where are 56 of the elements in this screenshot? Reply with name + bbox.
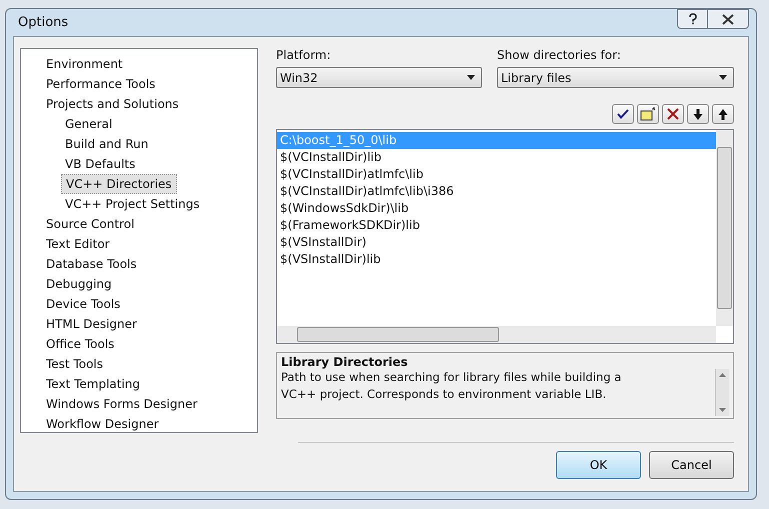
down-arrow-icon — [693, 108, 703, 120]
tree-item[interactable]: Performance Tools — [21, 74, 257, 94]
move-up-button[interactable] — [712, 104, 734, 124]
directory-item[interactable]: $(VCInstallDir)atlmfc\lib — [277, 166, 716, 183]
close-button[interactable] — [707, 9, 749, 29]
tree-item[interactable]: Debugging — [21, 274, 257, 294]
scroll-down-arrow-icon[interactable] — [719, 408, 726, 412]
description-text: Path to use when searching for library files while building a VC++ project. Corresponds to environment variable LIB. — [281, 369, 622, 403]
platform-dropdown[interactable]: Win32 — [276, 67, 482, 88]
directory-item[interactable]: $(VSInstallDir)lib — [277, 251, 716, 268]
show-directories-label: Show directories for: — [497, 48, 622, 63]
folder-icon — [640, 107, 656, 121]
check-button[interactable] — [612, 104, 634, 124]
directory-item[interactable]: $(FrameworkSDKDir)lib — [277, 217, 716, 234]
tree-item[interactable]: VC++ Directories — [61, 174, 177, 194]
delete-button[interactable] — [662, 104, 684, 124]
scroll-up-arrow-icon[interactable] — [719, 373, 726, 377]
horizontal-scrollbar[interactable] — [277, 326, 716, 343]
move-down-button[interactable] — [687, 104, 709, 124]
cancel-button[interactable]: Cancel — [649, 451, 734, 479]
directory-item[interactable]: $(WindowsSdkDir)\lib — [277, 200, 716, 217]
dropdown-arrow-icon — [467, 75, 475, 80]
tree-item[interactable]: Build and Run — [21, 134, 257, 154]
help-button[interactable] — [677, 9, 707, 29]
ok-button[interactable]: OK — [556, 451, 641, 479]
vertical-scrollbar[interactable] — [716, 130, 733, 326]
tree-item[interactable]: Office Tools — [21, 334, 257, 354]
tree-item[interactable]: Environment — [21, 54, 257, 74]
close-icon — [722, 14, 734, 24]
delete-x-icon — [667, 108, 679, 120]
tree-item[interactable]: General — [21, 114, 257, 134]
tree-item[interactable]: Test Tools — [21, 354, 257, 374]
directories-dropdown[interactable]: Library files — [497, 67, 734, 88]
tree-item[interactable]: Workflow Designer — [21, 414, 257, 434]
tree-item[interactable]: Device Tools — [21, 294, 257, 314]
tree-item[interactable]: Text Templating — [21, 374, 257, 394]
tree-item[interactable]: Projects and Solutions — [21, 94, 257, 114]
new-folder-button[interactable] — [637, 104, 659, 124]
tree-item[interactable]: VB Defaults — [21, 154, 257, 174]
up-arrow-icon — [718, 108, 728, 120]
description-title: Library Directories — [281, 355, 409, 369]
tree-item[interactable]: HTML Designer — [21, 314, 257, 334]
directory-item[interactable]: $(VCInstallDir)lib — [277, 149, 716, 166]
tree-item[interactable]: Text Editor — [21, 234, 257, 254]
platform-label: Platform: — [276, 48, 332, 63]
directory-item[interactable]: $(VCInstallDir)atlmfc\lib\i386 — [277, 183, 716, 200]
tree-item[interactable]: Windows Forms Designer — [21, 394, 257, 414]
directory-item[interactable]: $(VSInstallDir) — [277, 234, 716, 251]
tree-item[interactable]: Source Control — [21, 214, 257, 234]
checkmark-icon — [617, 109, 629, 119]
dropdown-arrow-icon — [719, 75, 727, 80]
help-icon — [688, 13, 698, 25]
tree-item[interactable]: Database Tools — [21, 254, 257, 274]
window-title: Options — [17, 15, 68, 30]
description-scrollbar[interactable] — [715, 369, 729, 416]
tree-item[interactable]: VC++ Project Settings — [21, 194, 257, 214]
